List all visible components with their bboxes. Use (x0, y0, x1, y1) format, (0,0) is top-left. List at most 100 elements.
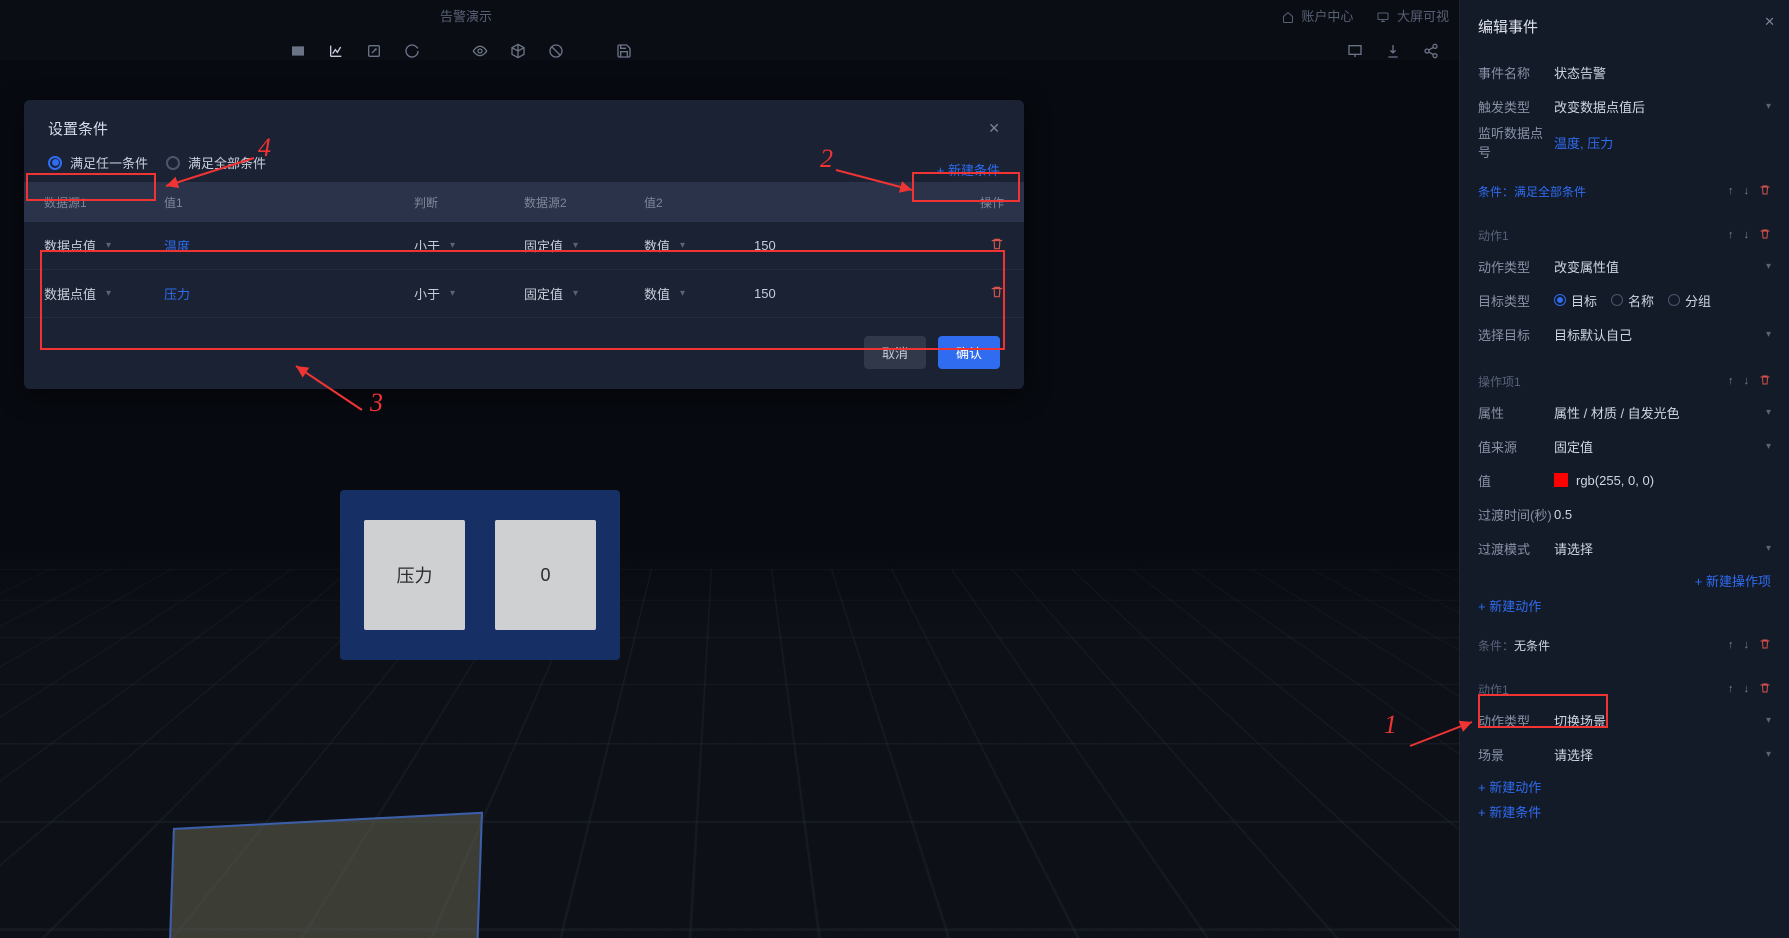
condition-row: 数据点值▾ 温度 小于▾ 固定值▾ 数值▾ 150 (24, 222, 1024, 270)
move-down-icon[interactable]: ↓ (1744, 639, 1750, 651)
trash-icon (1759, 184, 1771, 196)
delete-icon[interactable] (1759, 228, 1771, 243)
ds1-select[interactable]: 数据点值▾ (44, 284, 164, 303)
trash-icon (1759, 682, 1771, 694)
v2-input[interactable]: 150 (754, 286, 934, 301)
account-center-link[interactable]: 账户中心 (1282, 6, 1354, 25)
new-action-link[interactable]: + 新建动作 (1478, 596, 1771, 615)
panel-title: 编辑事件 (1478, 16, 1771, 37)
col-ds2: 数据源2 (524, 194, 644, 211)
duration-input[interactable]: 0.5 (1554, 507, 1771, 522)
download-icon[interactable] (1385, 43, 1401, 59)
trash-icon (1759, 374, 1771, 386)
move-up-icon[interactable]: ↑ (1728, 683, 1734, 695)
color-value[interactable]: rgb(255, 0, 0) (1554, 473, 1771, 488)
top-bar: 告警演示 账户中心 大屏可视 (0, 0, 1459, 30)
action-header-1[interactable]: 动作1 ↑ ↓ (1478, 221, 1771, 249)
eye-icon[interactable] (472, 43, 488, 59)
conditions-modal: 设置条件 ✕ 满足任一条件 满足全部条件 + 新建条件 数据源1 值1 判断 数… (24, 100, 1024, 389)
action2-type-select[interactable]: 切换场景 (1554, 711, 1766, 730)
move-down-icon[interactable]: ↓ (1744, 683, 1750, 695)
no-icon[interactable] (548, 43, 564, 59)
doc-title: 告警演示 (440, 6, 492, 25)
event-name-value[interactable]: 状态告警 (1554, 63, 1771, 82)
cube-icon[interactable] (510, 43, 526, 59)
opitem-header[interactable]: 操作项1 ↑ ↓ (1478, 367, 1771, 395)
share-icon[interactable] (1423, 43, 1439, 59)
panel-cell-left: 压力 (364, 520, 465, 630)
condition-table-header: 数据源1 值1 判断 数据源2 值2 操作 (24, 182, 1024, 222)
cancel-button[interactable]: 取消 (864, 336, 926, 369)
panel-icon[interactable] (290, 43, 306, 59)
move-up-icon[interactable]: ↑ (1728, 639, 1734, 651)
valsrc-select[interactable]: 固定值 (1554, 437, 1766, 456)
v2type-select[interactable]: 数值▾ (644, 236, 754, 255)
delete-row-button[interactable] (934, 285, 1004, 302)
action-type-select[interactable]: 改变属性值 (1554, 257, 1766, 276)
radio-dot-icon (48, 156, 62, 170)
ds2-select[interactable]: 固定值▾ (524, 236, 644, 255)
delete-icon[interactable] (1759, 374, 1771, 389)
col-ds1: 数据源1 (44, 194, 164, 211)
trash-icon (1759, 228, 1771, 240)
trigger-type-select[interactable]: 改变数据点值后 (1554, 97, 1766, 116)
mode-select[interactable]: 请选择 (1554, 539, 1766, 558)
condition-row: 数据点值▾ 压力 小于▾ 固定值▾ 数值▾ 150 (24, 270, 1024, 318)
modal-close-icon[interactable]: ✕ (988, 120, 1000, 137)
move-up-icon[interactable]: ↑ (1728, 185, 1734, 197)
monitor-icon (1377, 11, 1389, 23)
trash-icon (1759, 638, 1771, 650)
delete-icon[interactable] (1759, 184, 1771, 199)
move-down-icon[interactable]: ↓ (1744, 375, 1750, 387)
present-icon[interactable] (1347, 43, 1363, 59)
edit-event-panel: ✕ 编辑事件 事件名称 状态告警 触发类型 改变数据点值后 ▾ 监听数据点号 温… (1459, 0, 1789, 938)
judge-select[interactable]: 小于▾ (414, 236, 524, 255)
move-up-icon[interactable]: ↑ (1728, 229, 1734, 241)
trash-icon (990, 285, 1004, 299)
radio-any-condition[interactable]: 满足任一条件 (48, 153, 148, 172)
new-opitem-link[interactable]: + 新建操作项 (1478, 571, 1771, 590)
refresh-icon[interactable] (404, 43, 420, 59)
bigscreen-link[interactable]: 大屏可视 (1377, 6, 1449, 25)
listen-points-link[interactable]: 温度, 压力 (1554, 133, 1771, 152)
col-v2: 值2 (644, 194, 754, 211)
move-down-icon[interactable]: ↓ (1744, 229, 1750, 241)
condition-header-1[interactable]: 条件： 满足全部条件 ↑ ↓ (1478, 177, 1771, 205)
v2-input[interactable]: 150 (754, 238, 934, 253)
radio-dot-icon (166, 156, 180, 170)
action-header-2[interactable]: 动作1 ↑ ↓ (1478, 675, 1771, 703)
close-icon[interactable]: ✕ (1764, 14, 1775, 30)
new-condition-link[interactable]: + 新建条件 (1478, 802, 1771, 821)
scene-cube[interactable] (167, 812, 483, 938)
v2type-select[interactable]: 数值▾ (644, 284, 754, 303)
v1-link[interactable]: 温度 (164, 236, 414, 255)
chart-icon[interactable] (328, 43, 344, 59)
target-type-radio[interactable]: 目标 名称 分组 (1554, 291, 1771, 310)
ds2-select[interactable]: 固定值▾ (524, 284, 644, 303)
home-icon (1282, 11, 1294, 23)
modal-title: 设置条件 (48, 118, 108, 139)
v1-link[interactable]: 压力 (164, 284, 414, 303)
new-condition-button[interactable]: + 新建条件 (937, 160, 1000, 179)
move-up-icon[interactable]: ↑ (1728, 375, 1734, 387)
panel-cell-right: 0 (495, 520, 596, 630)
select-target-input[interactable]: 目标默认自己 (1554, 325, 1766, 344)
trash-icon (990, 237, 1004, 251)
delete-row-button[interactable] (934, 237, 1004, 254)
col-v1: 值1 (164, 194, 414, 211)
ok-button[interactable]: 确认 (938, 336, 1000, 369)
new-action-link-2[interactable]: + 新建动作 (1478, 777, 1771, 796)
save-icon[interactable] (616, 43, 632, 59)
move-down-icon[interactable]: ↓ (1744, 185, 1750, 197)
delete-icon[interactable] (1759, 682, 1771, 697)
judge-select[interactable]: 小于▾ (414, 284, 524, 303)
radio-all-conditions[interactable]: 满足全部条件 (166, 153, 266, 172)
scene-select[interactable]: 请选择 (1554, 745, 1766, 764)
ds1-select[interactable]: 数据点值▾ (44, 236, 164, 255)
link-icon[interactable] (366, 43, 382, 59)
scene-panel[interactable]: 压力 0 (340, 490, 620, 660)
delete-icon[interactable] (1759, 638, 1771, 653)
condition-header-2[interactable]: 条件： 无条件 ↑ ↓ (1478, 631, 1771, 659)
col-op: 操作 (934, 194, 1004, 211)
attr-select[interactable]: 属性 / 材质 / 自发光色 (1554, 403, 1766, 422)
